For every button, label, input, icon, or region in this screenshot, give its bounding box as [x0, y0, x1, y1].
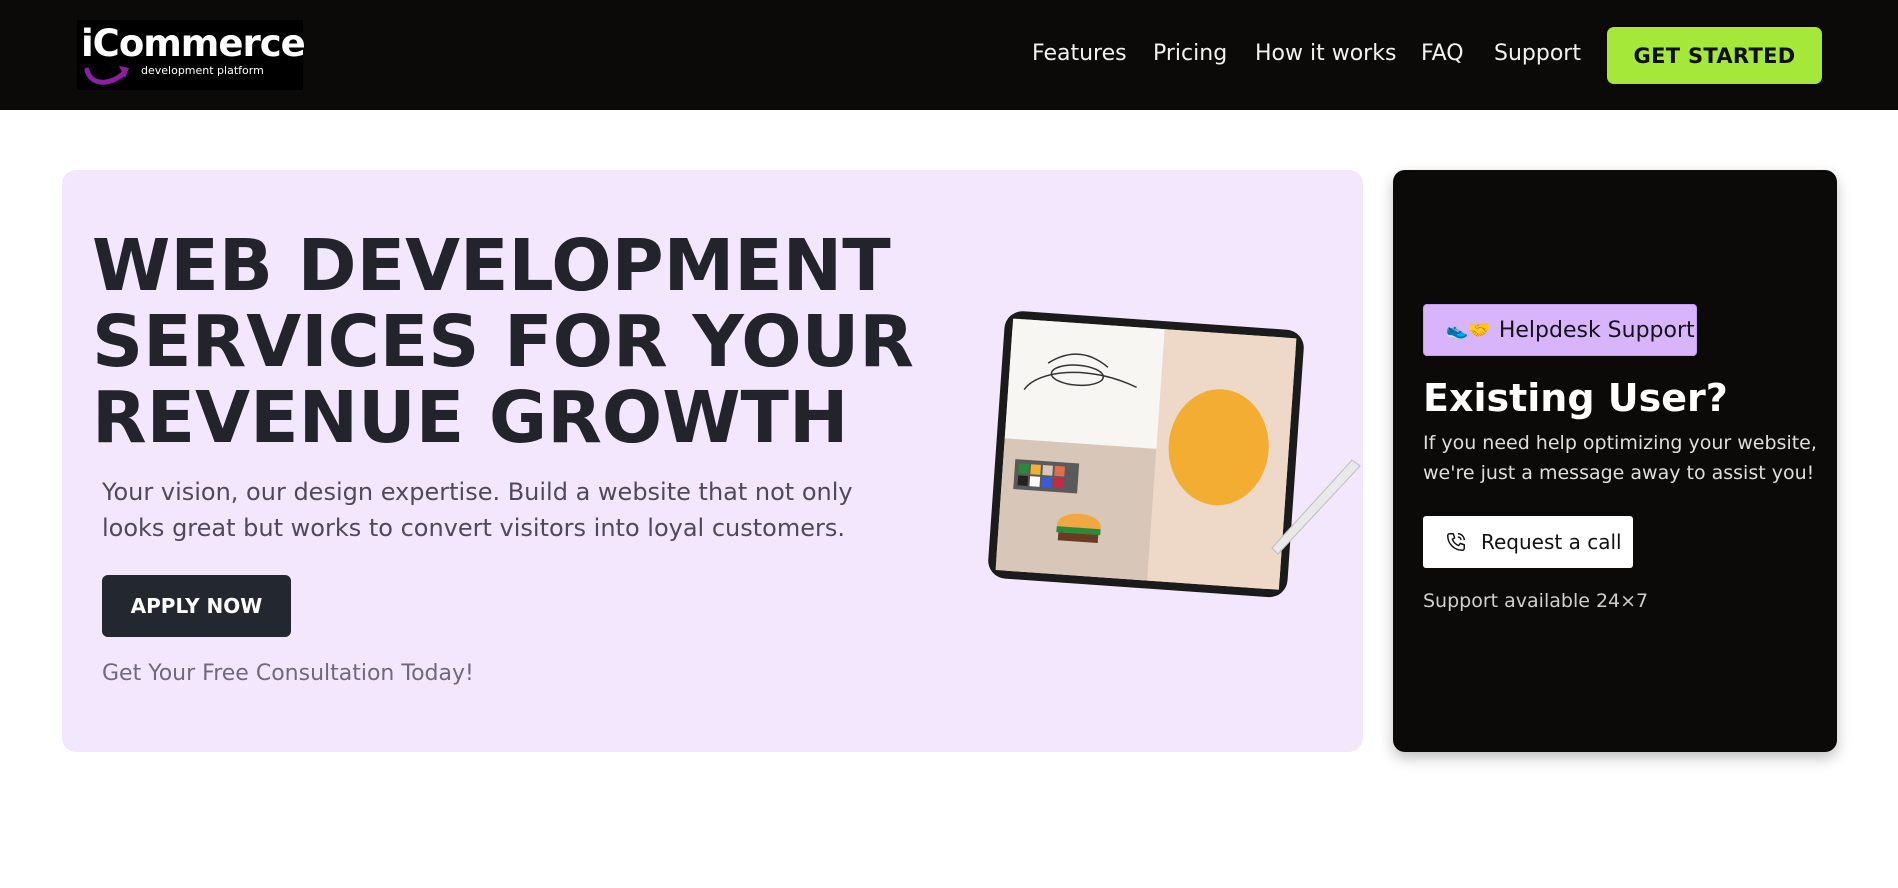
hero-subtitle: Your vision, our design expertise. Build…: [102, 478, 853, 542]
apply-now-button[interactable]: APPLY NOW: [102, 575, 291, 637]
support-availability: Support available 24×7: [1423, 590, 1649, 612]
top-navigation-bar: iCommerce development platform Features …: [0, 0, 1898, 110]
tablet-illustration: [988, 311, 1361, 598]
handshake-icon: 👟🤝: [1446, 319, 1491, 340]
nav-pricing[interactable]: Pricing: [1153, 41, 1227, 66]
request-call-label: Request a call: [1481, 530, 1622, 554]
support-card: 👟🤝 Helpdesk Support Existing User? If yo…: [1393, 170, 1837, 752]
headline-line: WEB DEVELOPMENT: [92, 224, 891, 307]
badge-label: Helpdesk Support: [1498, 317, 1695, 343]
nav-how-it-works[interactable]: How it works: [1255, 41, 1396, 66]
phone-icon: [1447, 533, 1465, 551]
helpdesk-support-badge: 👟🤝 Helpdesk Support: [1423, 304, 1697, 356]
headline-line: REVENUE GROWTH: [92, 376, 849, 459]
logo-tagline: development platform: [141, 64, 264, 77]
get-started-button[interactable]: GET STARTED: [1607, 27, 1822, 84]
nav-features[interactable]: Features: [1032, 41, 1127, 66]
request-call-button[interactable]: Request a call: [1423, 516, 1633, 568]
support-description: If you need help optimizing your website…: [1423, 432, 1817, 484]
consultation-text: Get Your Free Consultation Today!: [102, 661, 474, 686]
hero-headline: WEB DEVELOPMENT SERVICES FOR YOUR REVENU…: [92, 228, 914, 456]
nav-faq[interactable]: FAQ: [1421, 41, 1464, 66]
nav-support[interactable]: Support: [1494, 41, 1581, 66]
logo-swoosh-icon: [84, 66, 129, 85]
brand-logo[interactable]: iCommerce development platform: [77, 20, 306, 90]
hero-section: WEB DEVELOPMENT SERVICES FOR YOUR REVENU…: [62, 170, 1363, 752]
headline-line: SERVICES FOR YOUR: [92, 300, 914, 383]
support-title: Existing User?: [1423, 376, 1728, 420]
